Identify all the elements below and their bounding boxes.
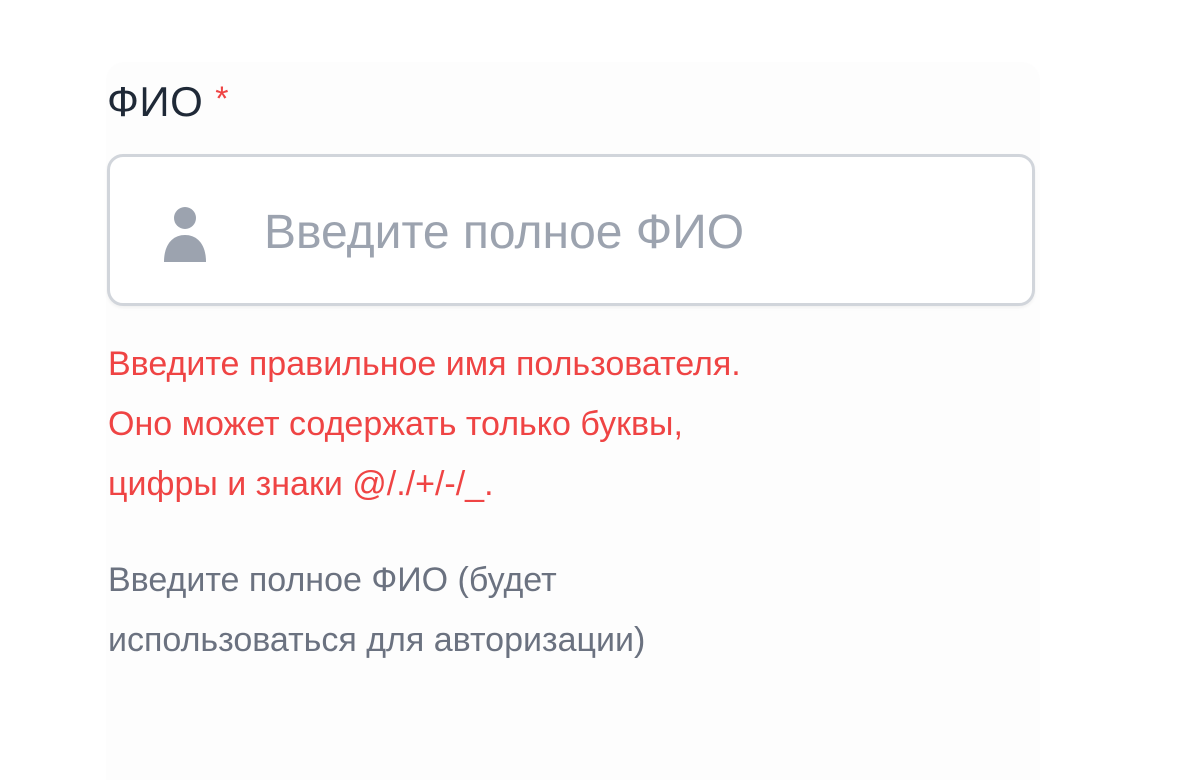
user-icon bbox=[164, 206, 206, 262]
field-label: ФИО bbox=[107, 78, 204, 125]
field-help-text: Введите полное ФИО (будет использоваться… bbox=[108, 561, 646, 659]
required-marker: * bbox=[215, 80, 229, 118]
full-name-input[interactable] bbox=[264, 192, 1004, 272]
field-error-message: Введите правильное имя пользователя. Оно… bbox=[108, 345, 741, 503]
full-name-input-wrapper[interactable] bbox=[107, 154, 1035, 306]
field-label-row: ФИО * bbox=[107, 78, 229, 128]
